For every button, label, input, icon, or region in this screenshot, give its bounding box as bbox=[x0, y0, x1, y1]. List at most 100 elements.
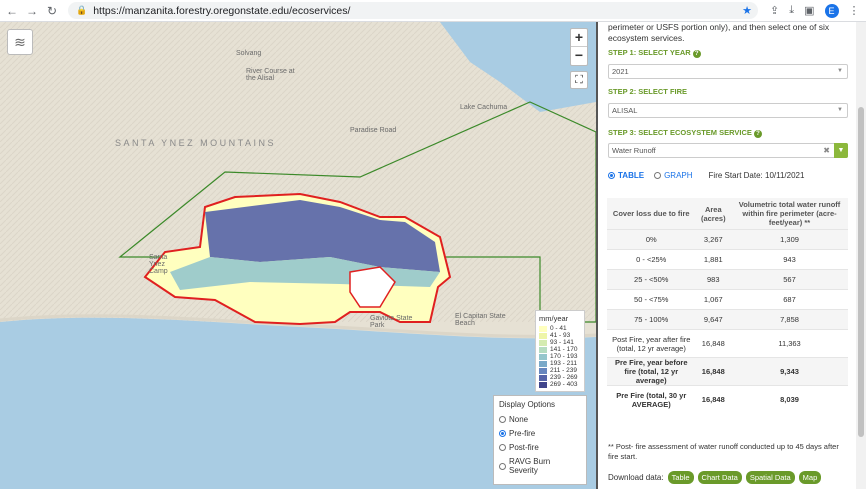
table-cell: 1,881 bbox=[695, 249, 732, 270]
display-option[interactable]: Post-fire bbox=[499, 443, 581, 452]
legend-title: mm/year bbox=[539, 314, 569, 323]
step2-label: STEP 2: SELECT FIRE bbox=[608, 87, 688, 96]
step1-label: STEP 1: SELECT YEAR? bbox=[608, 48, 701, 58]
table-cell: Post Fire, year after fire (total, 12 yr… bbox=[607, 329, 696, 358]
view-toggle: TABLE GRAPH Fire Start Date: 10/11/2021 bbox=[608, 171, 804, 180]
help-icon[interactable]: ? bbox=[692, 50, 701, 58]
layers-icon: ≋ bbox=[14, 33, 26, 50]
table-row: 50 - <75% 1,067 687 bbox=[607, 289, 848, 310]
fire-select[interactable]: ALISAL ▼ bbox=[608, 103, 848, 118]
year-select[interactable]: 2021 ▼ bbox=[608, 64, 848, 79]
legend-label: 170 - 193 bbox=[550, 353, 578, 360]
layers-button[interactable]: ≋ bbox=[7, 29, 33, 55]
sidepanel-icon[interactable]: ▣ bbox=[804, 4, 814, 17]
table-cell: 3,267 bbox=[695, 229, 732, 250]
table-cell: 11,363 bbox=[731, 329, 848, 358]
place-label: Santa Ynez Camp bbox=[149, 254, 168, 275]
legend-label: 239 - 269 bbox=[550, 374, 578, 381]
zoom-in-button[interactable]: + bbox=[571, 29, 587, 47]
place-label: Gaviota State Park bbox=[370, 315, 413, 329]
legend-item: 41 - 93 bbox=[539, 332, 581, 339]
address-bar[interactable]: 🔒 https://manzanita.forestry.oregonstate… bbox=[68, 2, 758, 19]
table-cell: 0 - <25% bbox=[607, 249, 696, 270]
download-icon[interactable]: ⤓ bbox=[789, 4, 794, 17]
service-select[interactable]: Water Runoff ✖ ▼ bbox=[608, 143, 848, 158]
step3-label: STEP 3: SELECT ECOSYSTEM SERVICE? bbox=[608, 128, 762, 138]
legend-item: 170 - 193 bbox=[539, 353, 581, 360]
table-row: 25 - <50% 983 567 bbox=[607, 269, 848, 290]
radio-button[interactable] bbox=[499, 462, 506, 470]
place-label: El Capitan State Beach bbox=[455, 313, 506, 327]
place-label: Solvang bbox=[236, 50, 262, 57]
table-row: Pre Fire, year before fire (total, 12 yr… bbox=[607, 357, 848, 386]
forward-icon[interactable]: → bbox=[24, 4, 40, 18]
table-cell: 567 bbox=[731, 269, 848, 290]
display-option[interactable]: RAVG Burn Severity bbox=[499, 457, 581, 475]
option-label: Post-fire bbox=[509, 443, 539, 452]
chevron-down-icon: ▼ bbox=[837, 107, 843, 113]
fire-start-date: Fire Start Date: 10/11/2021 bbox=[708, 171, 805, 180]
download-button[interactable]: Table bbox=[667, 471, 694, 484]
table-cell: 983 bbox=[695, 269, 732, 290]
legend-item: 0 - 41 bbox=[539, 325, 581, 332]
legend-swatch bbox=[539, 339, 547, 346]
lock-icon: 🔒 bbox=[76, 5, 88, 15]
table-cell: Pre Fire (total, 30 yr AVERAGE) bbox=[607, 385, 696, 414]
display-options-title: Display Options bbox=[499, 400, 556, 409]
map-view[interactable]: SANTA YNEZ MOUNTAINS Solvang River Cours… bbox=[0, 22, 596, 489]
scrollbar[interactable] bbox=[856, 22, 866, 489]
zoom-out-button[interactable]: − bbox=[571, 47, 587, 65]
table-cell: 943 bbox=[731, 249, 848, 270]
table-cell: Pre Fire, year before fire (total, 12 yr… bbox=[607, 357, 696, 386]
radio-button[interactable] bbox=[499, 444, 506, 451]
display-options-panel: Display Options None Pre-fire Post-fire RAV… bbox=[493, 395, 587, 485]
help-icon[interactable]: ? bbox=[753, 130, 762, 138]
table-row: 0% 3,267 1,309 bbox=[607, 229, 848, 250]
legend-swatch bbox=[539, 332, 547, 339]
chevron-down-icon: ▼ bbox=[837, 68, 843, 74]
legend-swatch bbox=[539, 381, 547, 388]
ecoservices-panel: perimeter or USFS portion only), and the… bbox=[596, 22, 866, 489]
footnote: ** Post- fire assessment of water runoff… bbox=[608, 442, 839, 461]
download-button[interactable]: Map bbox=[798, 471, 822, 484]
chevron-down-icon[interactable]: ▼ bbox=[834, 143, 848, 158]
download-row: Download data: Table Chart Data Spatial Da… bbox=[608, 471, 822, 484]
option-label: RAVG Burn Severity bbox=[508, 457, 551, 475]
legend-label: 0 - 41 bbox=[550, 325, 567, 332]
legend-label: 141 - 170 bbox=[550, 346, 578, 353]
menu-icon[interactable]: ⋮ bbox=[849, 4, 860, 17]
table-cell: 50 - <75% bbox=[607, 289, 696, 310]
legend-label: 93 - 141 bbox=[550, 339, 574, 346]
zoom-control: + − bbox=[570, 28, 588, 66]
legend-swatch bbox=[539, 374, 547, 381]
radio-button[interactable] bbox=[499, 430, 506, 437]
place-label: River Course at the Alisal bbox=[246, 68, 295, 82]
legend-label: 269 - 403 bbox=[550, 381, 578, 388]
reload-icon[interactable]: ↻ bbox=[44, 4, 60, 18]
legend-item: 93 - 141 bbox=[539, 339, 581, 346]
table-radio[interactable]: TABLE bbox=[608, 171, 644, 180]
clear-icon[interactable]: ✖ bbox=[823, 144, 830, 157]
place-label: Paradise Road bbox=[350, 127, 397, 134]
bookmark-star-icon[interactable]: ★ bbox=[742, 4, 752, 17]
back-icon[interactable]: ← bbox=[4, 4, 20, 18]
graph-radio[interactable]: GRAPH bbox=[654, 171, 693, 180]
table-cell: 16,848 bbox=[695, 329, 732, 358]
legend-item: 193 - 211 bbox=[539, 360, 581, 367]
radio-button[interactable] bbox=[499, 416, 506, 423]
download-label: Download data: bbox=[608, 473, 664, 482]
legend-item: 211 - 239 bbox=[539, 367, 581, 374]
profile-avatar[interactable]: E bbox=[824, 3, 839, 18]
option-label: None bbox=[509, 415, 529, 424]
share-icon[interactable]: ⇪ bbox=[770, 4, 779, 17]
display-option[interactable]: Pre-fire bbox=[499, 429, 581, 438]
runoff-table: Cover loss due to fire Area (acres) Volu… bbox=[607, 198, 848, 414]
intro-text: perimeter or USFS portion only), and the… bbox=[608, 22, 830, 43]
table-cell: 75 - 100% bbox=[607, 309, 696, 330]
download-button[interactable]: Chart Data bbox=[697, 471, 742, 484]
download-button[interactable]: Spatial Data bbox=[745, 471, 795, 484]
fullscreen-button[interactable]: ⛶ bbox=[570, 71, 588, 89]
table-cell: 16,848 bbox=[695, 385, 732, 414]
display-option[interactable]: None bbox=[499, 415, 581, 424]
table-cell: 16,848 bbox=[695, 357, 732, 386]
